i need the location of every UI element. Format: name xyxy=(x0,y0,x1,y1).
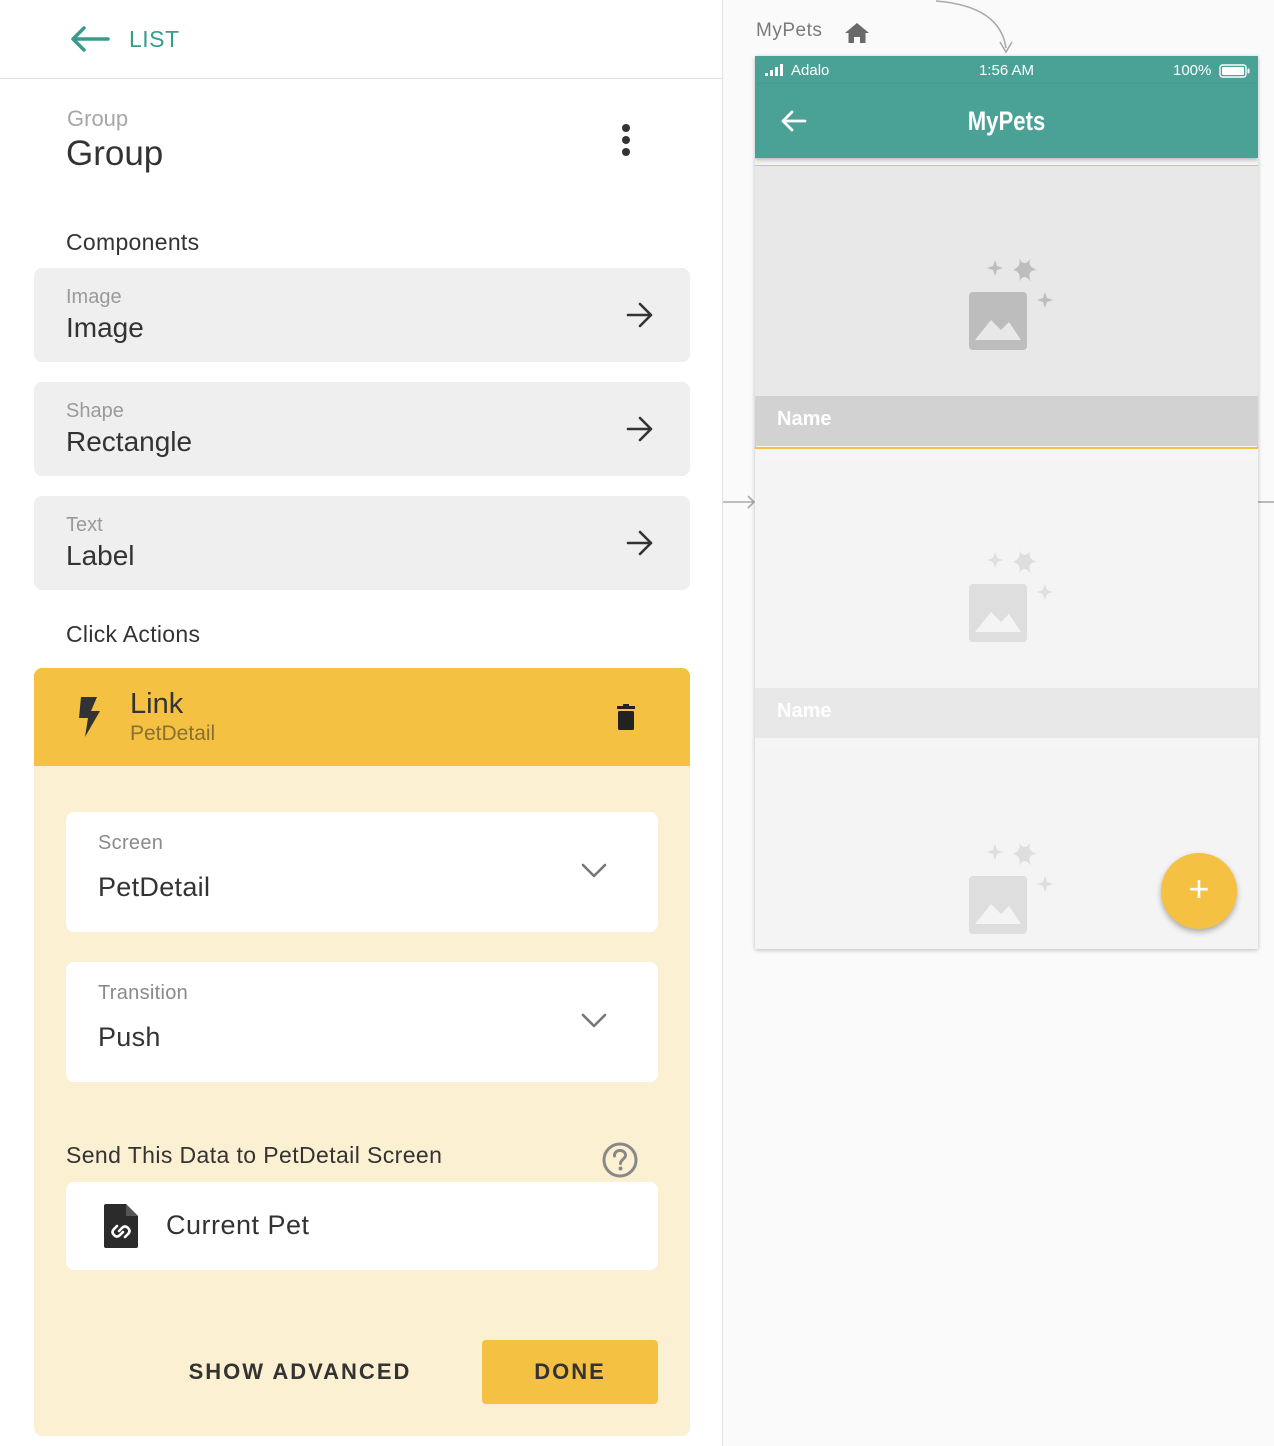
lightning-bolt-icon xyxy=(79,697,100,737)
list-item[interactable]: Name xyxy=(755,165,1258,449)
battery-icon xyxy=(1219,64,1250,78)
component-kind: Image xyxy=(66,286,122,308)
list-item[interactable]: Name xyxy=(755,458,1258,740)
help-icon[interactable] xyxy=(601,1141,639,1179)
panel-header: LIST xyxy=(0,0,722,79)
name-bar: Name xyxy=(755,396,1258,446)
send-data-field[interactable]: Current Pet xyxy=(66,1182,658,1270)
image-placeholder-icon xyxy=(969,258,1053,350)
home-icon xyxy=(845,23,869,43)
name-bar: Name xyxy=(755,688,1258,738)
image-placeholder xyxy=(755,166,1258,396)
image-placeholder xyxy=(755,458,1258,688)
trash-icon[interactable] xyxy=(616,704,636,730)
component-name: Image xyxy=(66,312,144,343)
screen-select[interactable]: Screen PetDetail xyxy=(66,812,658,932)
item-name: Name xyxy=(777,408,832,430)
component-name: Rectangle xyxy=(66,426,193,457)
screen-value: PetDetail xyxy=(98,872,211,902)
phone-preview[interactable]: Adalo 1:56 AM 100% MyPets Name Name + xyxy=(755,56,1258,949)
group-kind: Group xyxy=(67,106,129,131)
screen-label: Screen xyxy=(98,832,164,854)
plus-icon: + xyxy=(1188,868,1210,909)
incoming-link-arrow-icon xyxy=(723,495,756,509)
back-to-list-button[interactable]: LIST xyxy=(70,24,180,54)
link-connector-arrow-icon xyxy=(935,0,1013,54)
more-options-icon[interactable] xyxy=(610,120,642,160)
chevron-down-icon xyxy=(581,1013,607,1028)
click-actions-heading: Click Actions xyxy=(66,621,201,647)
arrow-right-icon xyxy=(626,416,653,442)
app-bar-title: MyPets xyxy=(967,106,1046,136)
arrow-left-icon xyxy=(71,26,110,52)
component-kind: Text xyxy=(66,514,103,536)
component-image[interactable]: Image Image xyxy=(34,268,690,362)
linked-document-icon xyxy=(104,1204,138,1248)
components-heading: Components xyxy=(66,229,200,255)
image-placeholder-icon xyxy=(969,842,1053,934)
status-bar: Adalo 1:56 AM 100% xyxy=(755,56,1258,84)
group-name: Group xyxy=(66,134,164,173)
action-target: PetDetail xyxy=(130,722,216,745)
properties-panel: LIST Group Group Components Image Image … xyxy=(0,0,723,1446)
arrow-right-icon xyxy=(626,302,653,328)
component-name: Label xyxy=(66,540,135,571)
data-value: Current Pet xyxy=(166,1210,310,1240)
component-rectangle[interactable]: Shape Rectangle xyxy=(34,382,690,476)
show-advanced-button[interactable]: SHOW ADVANCED xyxy=(170,1340,430,1404)
app-bar: MyPets xyxy=(755,84,1258,158)
component-label[interactable]: Text Label xyxy=(34,496,690,590)
screen-name-label[interactable]: MyPets xyxy=(756,20,822,42)
done-button[interactable]: DONE xyxy=(482,1340,658,1404)
component-kind: Shape xyxy=(66,400,124,422)
back-label: LIST xyxy=(129,25,180,52)
item-name: Name xyxy=(777,700,832,722)
arrow-right-icon xyxy=(626,530,653,556)
chevron-down-icon xyxy=(581,863,607,878)
transition-select[interactable]: Transition Push xyxy=(66,962,658,1082)
transition-label: Transition xyxy=(98,982,189,1004)
action-type: Link xyxy=(130,688,184,720)
add-fab-button[interactable]: + xyxy=(1161,853,1237,929)
battery-percent: 100% xyxy=(1173,62,1212,79)
image-placeholder-icon xyxy=(969,550,1053,642)
send-data-label: Send This Data to PetDetail Screen xyxy=(66,1142,443,1168)
link-action-header[interactable]: Link PetDetail xyxy=(34,668,690,766)
transition-value: Push xyxy=(98,1022,161,1052)
